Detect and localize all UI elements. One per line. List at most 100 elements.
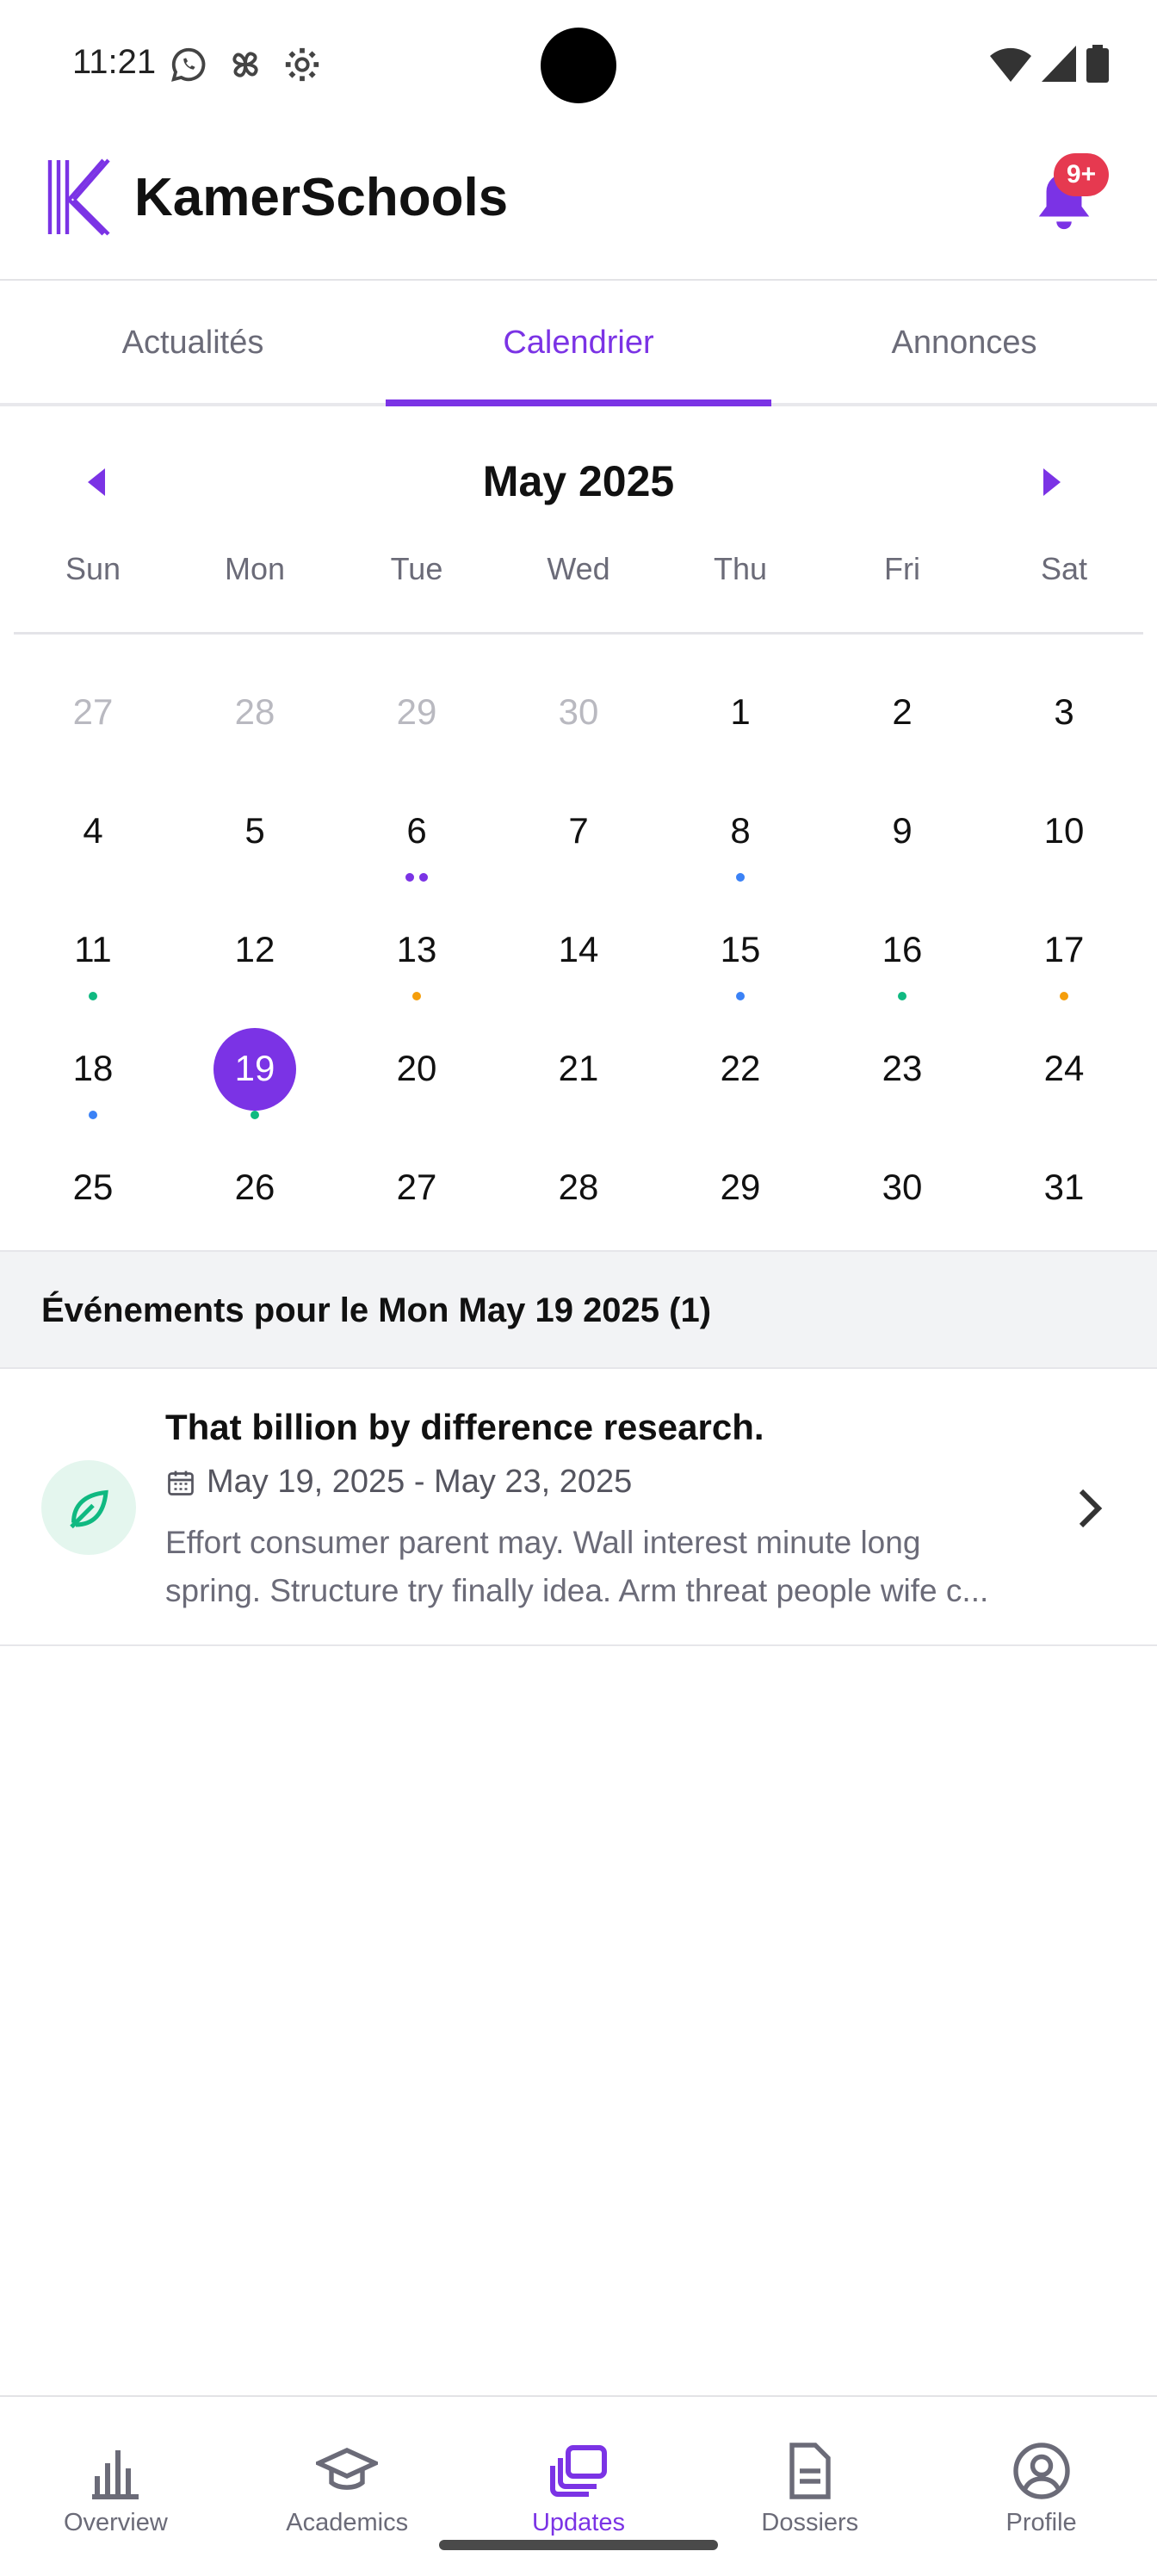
notification-badge: 9+ [1054,153,1109,196]
whatsapp-icon [171,47,206,82]
calendar-week-row: 4 5 6 7 8 9 10 [12,773,1145,892]
calendar-day[interactable]: 17 [983,892,1145,1011]
calendar-day[interactable]: 1 [659,654,821,773]
day-number: 6 [406,810,427,851]
event-dot [89,992,97,1000]
status-right-icons [990,45,1109,83]
next-month-icon[interactable] [1033,463,1071,501]
calendar-day[interactable]: 27 [12,654,174,773]
status-time: 11:21 [72,43,157,81]
calendar-day[interactable]: 11 [12,892,174,1011]
nav-item-dossiers[interactable]: Dossiers [694,2397,925,2576]
calendar-day[interactable]: 12 [174,892,336,1011]
day-number: 29 [396,691,437,732]
nav-item-academics[interactable]: Academics [232,2397,463,2576]
day-number: 10 [1043,810,1085,851]
weekday-label: Fri [884,551,920,586]
calendar-day[interactable]: 2 [821,654,983,773]
day-number: 19 [213,1028,296,1111]
event-dot [405,873,414,882]
tab-calendrier[interactable]: Calendrier [386,282,771,406]
calendar-day[interactable]: 24 [983,1011,1145,1130]
day-number: 12 [234,929,275,969]
day-number: 1 [730,691,751,732]
event-dot [419,873,428,882]
nav-label: Dossiers [761,2509,859,2536]
camera-cutout [541,28,616,103]
tab-actualites[interactable]: Actualités [0,282,386,403]
calendar-day[interactable]: 15 [659,892,821,1011]
nav-item-profile[interactable]: Profile [925,2397,1157,2576]
calendar-day[interactable]: 21 [498,1011,659,1130]
day-number: 28 [558,1167,599,1207]
day-number: 28 [234,691,275,732]
app-header: KamerSchools 9+ [0,129,1157,281]
event-dot [251,1111,259,1119]
event-dots [659,992,821,1000]
calendar-day[interactable]: 7 [498,773,659,892]
event-dots [821,992,983,1000]
pinwheel-icon [232,52,258,77]
calendar-day[interactable]: 16 [821,892,983,1011]
weekday-label: Wed [547,551,610,586]
calendar-day[interactable]: 31 [983,1130,1145,1248]
calendar-divider [14,632,1143,635]
calendar-week-row: 25 26 27 28 29 30 31 [12,1130,1145,1248]
day-number: 13 [396,929,437,969]
calendar-day[interactable]: 27 [336,1130,498,1248]
calendar-day[interactable]: 22 [659,1011,821,1130]
day-number: 7 [568,810,589,851]
calendar-day[interactable]: 28 [498,1130,659,1248]
tab-annonces[interactable]: Annonces [771,282,1157,403]
event-dot [89,1111,97,1119]
event-title: That billion by difference research. [165,1407,764,1447]
calendar-day[interactable]: 13 [336,892,498,1011]
calendar-day[interactable]: 25 [12,1130,174,1248]
event-dot [1060,992,1068,1000]
calendar-day[interactable]: 3 [983,654,1145,773]
event-date-row: May 19, 2025 - May 23, 2025 [165,1464,632,1501]
calendar-day-selected[interactable]: 19 [174,1011,336,1130]
calendar-day[interactable]: 26 [174,1130,336,1248]
bar-chart-icon [92,2450,139,2499]
document-icon [789,2443,831,2499]
weekday-label: Sat [1040,551,1088,586]
day-number: 21 [558,1048,599,1088]
calendar-day[interactable]: 4 [12,773,174,892]
event-dots [12,992,174,1000]
calendar-week-row: 11 12 13 14 15 16 17 [12,892,1145,1011]
wifi-icon [990,47,1031,82]
day-number: 14 [558,929,599,969]
calendar-grid: 27 28 29 30 1 2 3 4 5 6 7 8 9 10 11 12 13 14 15 16 17 18 19 20 2… [12,654,1145,1248]
calendar-day[interactable]: 28 [174,654,336,773]
calendar-day[interactable]: 10 [983,773,1145,892]
event-dots [983,992,1145,1000]
calendar-day[interactable]: 29 [336,654,498,773]
calendar-day[interactable]: 30 [498,654,659,773]
nav-label: Updates [531,2509,625,2536]
nav-item-overview[interactable]: Overview [0,2397,232,2576]
calendar-day[interactable]: 9 [821,773,983,892]
calendar-icon [168,1471,194,1495]
calendar-day[interactable]: 30 [821,1130,983,1248]
event-dot [412,992,421,1000]
weekday-label: Tue [390,551,443,586]
calendar-day[interactable]: 6 [336,773,498,892]
day-number: 26 [234,1167,275,1207]
weekday-label: Sun [65,551,121,586]
stacked-cards-icon [549,2445,607,2497]
calendar-day[interactable]: 5 [174,773,336,892]
event-card[interactable]: That billion by difference research. May… [0,1369,1157,1646]
calendar-week-row: 18 19 20 21 22 23 24 [12,1011,1145,1130]
event-dots [12,1111,174,1119]
calendar-day[interactable]: 8 [659,773,821,892]
calendar-day[interactable]: 20 [336,1011,498,1130]
events-section-header: Événements pour le Mon May 19 2025 (1) [0,1250,1157,1369]
calendar-day[interactable]: 23 [821,1011,983,1130]
home-indicator [439,2540,718,2550]
day-number: 24 [1043,1048,1085,1088]
event-dots [336,873,498,882]
calendar-day[interactable]: 29 [659,1130,821,1248]
calendar-day[interactable]: 14 [498,892,659,1011]
calendar-day[interactable]: 18 [12,1011,174,1130]
